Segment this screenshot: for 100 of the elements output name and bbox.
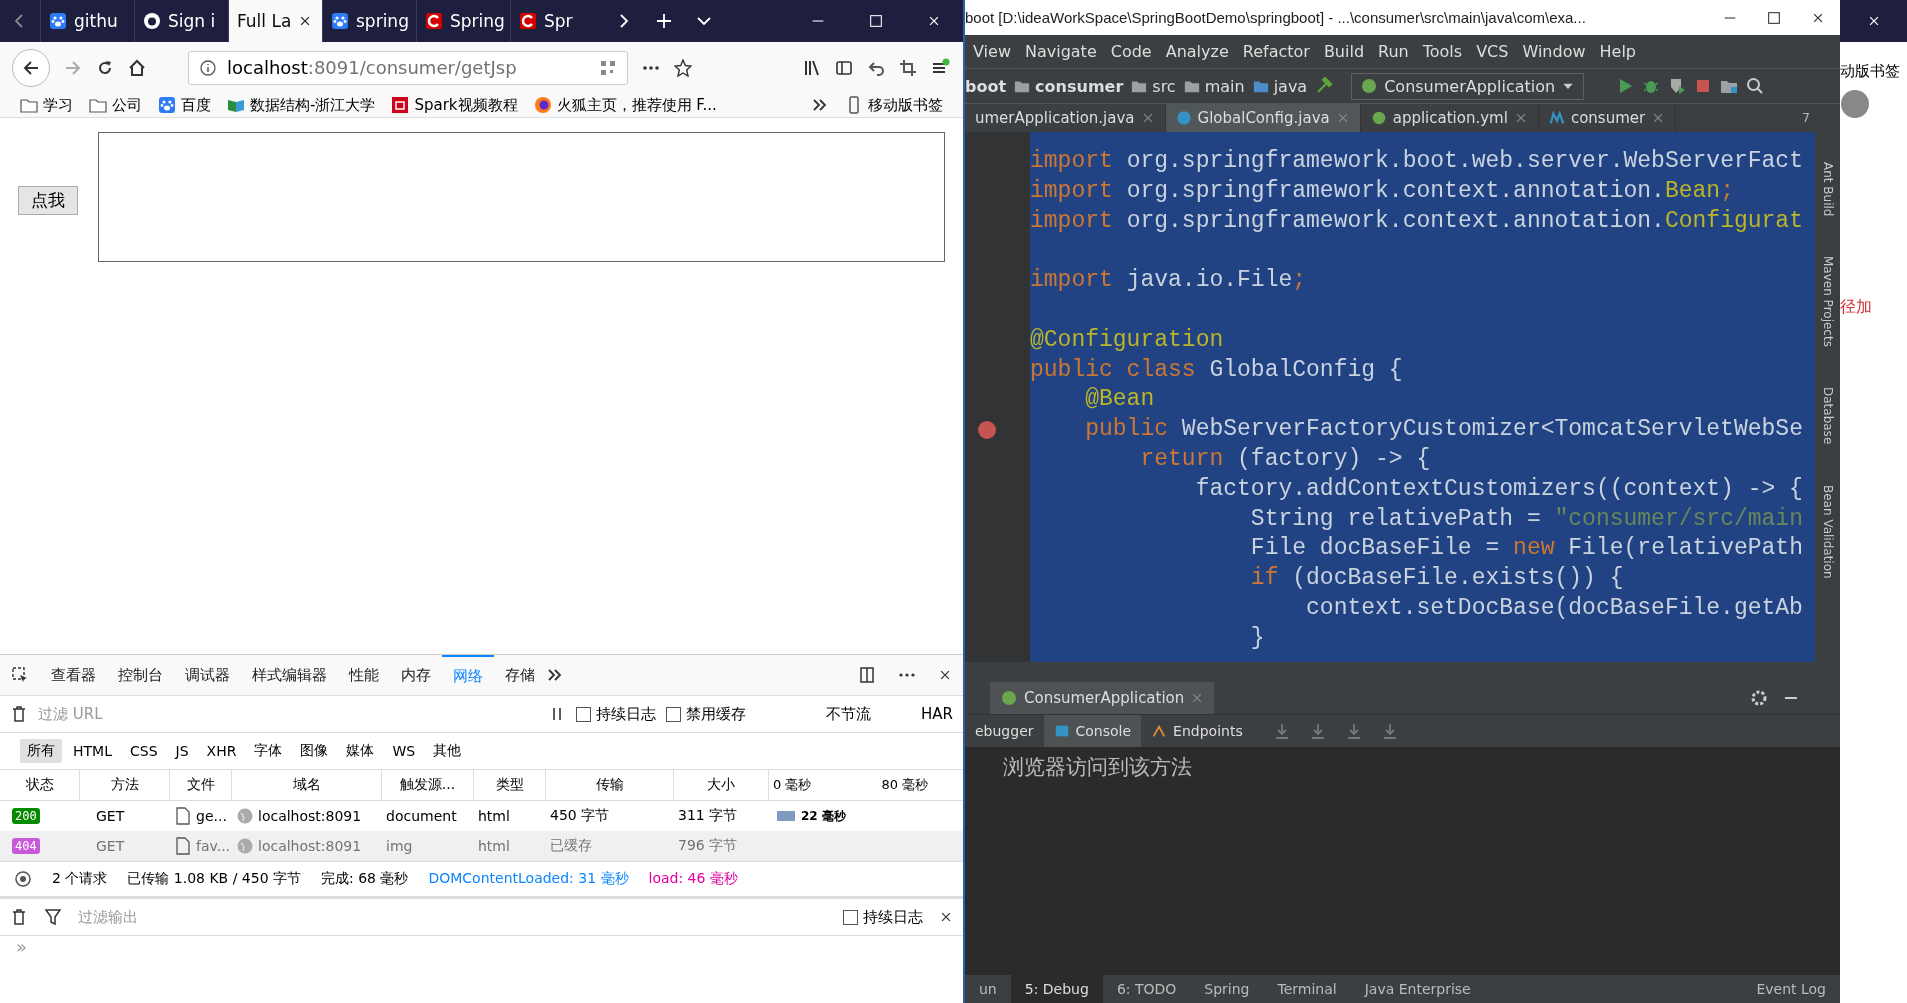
checkbox[interactable]: 持续日志 [576, 704, 657, 724]
close-icon[interactable] [939, 910, 953, 924]
breadcrumb[interactable]: java [1252, 76, 1308, 96]
close-icon[interactable] [938, 668, 952, 682]
filter-icon[interactable] [44, 908, 62, 926]
home-icon[interactable] [128, 58, 146, 77]
menu-item[interactable]: Analyze [1165, 42, 1229, 61]
paw-icon[interactable] [331, 12, 349, 30]
type-filter[interactable]: 字体 [247, 739, 290, 763]
tool-window-button[interactable]: Database [1820, 387, 1835, 445]
checkbox[interactable]: 持续日志 [843, 907, 923, 927]
column-header[interactable]: 触发源... [382, 770, 474, 801]
bookmark[interactable]: 学习 [20, 95, 73, 115]
menu-item[interactable]: Run [1378, 42, 1409, 61]
address-bar[interactable]: localhost:8091/consumer/getJsp [188, 50, 628, 85]
column-header[interactable]: 文件 [170, 770, 232, 801]
type-filter[interactable]: CSS [122, 740, 165, 762]
maximize-icon[interactable] [868, 13, 884, 29]
checkbox[interactable]: 禁用缓存 [666, 704, 747, 724]
menu-item[interactable]: View [973, 42, 1011, 61]
type-filter[interactable]: WS [385, 740, 423, 762]
type-filter[interactable]: HTML [66, 740, 119, 762]
menu-item[interactable]: Tools [1422, 42, 1463, 61]
run-subtab[interactable]: Console [1043, 715, 1142, 747]
settings-icon[interactable] [1750, 689, 1768, 707]
tool-window-button[interactable]: Bean Validation [1820, 484, 1835, 579]
editor-tab[interactable]: GlobalConfig.java [1165, 104, 1361, 132]
sidebar-icon[interactable] [835, 58, 853, 77]
menu-item[interactable]: Build [1323, 42, 1365, 61]
pick-element-icon[interactable] [11, 666, 29, 684]
type-filter[interactable]: 其他 [426, 739, 469, 763]
bookmark[interactable]: 火狐主页，推荐使用 F... [533, 95, 717, 115]
type-filter[interactable]: XHR [199, 740, 244, 762]
tab-count[interactable]: 7 [1802, 104, 1840, 132]
run-tab[interactable]: ConsumerApplication [990, 682, 1215, 714]
github-icon[interactable] [143, 12, 161, 30]
devtools-tab[interactable]: 网络 [442, 655, 494, 695]
run-subtab[interactable]: Endpoints [1141, 715, 1253, 747]
devtools-tab[interactable]: 查看器 [40, 655, 107, 695]
search-icon[interactable] [1746, 77, 1765, 95]
tool-window-button[interactable]: Ant Build [1820, 162, 1835, 217]
reload-icon[interactable] [96, 58, 114, 77]
breadcrumb[interactable]: consumer [1014, 76, 1124, 96]
tool-window-tab[interactable]: Java Enterprise [1350, 975, 1485, 1003]
crop-icon[interactable] [899, 58, 917, 77]
type-filter[interactable]: 图像 [293, 739, 336, 763]
devtools-tab[interactable]: 存储 [494, 655, 546, 695]
column-header[interactable]: 状态 [0, 770, 80, 801]
breadcrumb[interactable]: boot [965, 76, 1007, 96]
bookmark[interactable]: 移动版书签 [845, 95, 943, 115]
dock-icon[interactable] [858, 666, 876, 684]
code-editor[interactable] [1030, 132, 1815, 662]
run-subtab[interactable]: ebugger [965, 715, 1044, 747]
bookmark[interactable]: 动版书签 [1840, 42, 1907, 81]
column-header[interactable]: 域名 [232, 770, 382, 801]
bookmark[interactable]: Spark视频教程 [391, 95, 518, 115]
trash-icon[interactable] [10, 705, 28, 723]
browser-tab[interactable]: Full La [228, 0, 322, 42]
tool-window-tab[interactable]: 6: TODO [1102, 975, 1191, 1003]
devtools-tab[interactable]: 控制台 [107, 655, 174, 695]
har-dropdown[interactable]: HAR [921, 705, 953, 723]
column-header[interactable]: 大小 [674, 770, 769, 801]
breadcrumb[interactable]: src [1131, 76, 1176, 96]
trash-icon[interactable] [10, 908, 28, 926]
close-icon[interactable] [927, 14, 941, 28]
menu-item[interactable]: Help [1599, 42, 1636, 61]
c-logo-icon[interactable] [425, 12, 443, 30]
menu-item[interactable]: Navigate [1024, 42, 1097, 61]
breakpoint-icon[interactable] [977, 420, 997, 440]
star-icon[interactable] [674, 58, 692, 77]
column-header[interactable]: 类型 [474, 770, 546, 801]
library-icon[interactable] [803, 58, 821, 77]
type-filter[interactable]: 所有 [20, 739, 62, 763]
reload-icon[interactable] [14, 870, 32, 888]
type-filter[interactable]: JS [168, 740, 196, 762]
c-logo-icon[interactable] [519, 12, 537, 30]
coverage-icon[interactable] [1668, 77, 1687, 95]
devtools-tab[interactable]: 调试器 [174, 655, 241, 695]
devtools-tab[interactable]: 性能 [338, 655, 390, 695]
throttle-dropdown[interactable]: 不节流 [826, 704, 872, 724]
tool-window-tab[interactable]: Terminal [1263, 975, 1351, 1003]
devtools-tab[interactable]: 内存 [390, 655, 442, 695]
back-button[interactable] [12, 48, 50, 87]
breadcrumb[interactable]: main [1183, 76, 1245, 96]
devtools-tab[interactable]: 样式编辑器 [241, 655, 338, 695]
menu-item[interactable]: Code [1110, 42, 1152, 61]
menu-item[interactable]: Window [1522, 42, 1586, 61]
hammer-icon[interactable] [1315, 77, 1334, 95]
tool-window-tab[interactable]: 5: Debug [1010, 975, 1103, 1003]
menu-item[interactable]: VCS [1476, 42, 1509, 61]
page-button[interactable]: 点我 [18, 186, 78, 215]
column-header[interactable]: 传输 [546, 770, 674, 801]
column-header[interactable]: 方法 [80, 770, 170, 801]
paw-icon[interactable] [49, 12, 67, 30]
type-filter[interactable]: 媒体 [339, 739, 382, 763]
maximize-icon[interactable] [1766, 9, 1782, 26]
tool-window-tab[interactable]: un [965, 975, 1011, 1003]
qr-code-icon[interactable] [599, 58, 617, 77]
bookmark[interactable]: 百度 [158, 95, 211, 115]
tool-window-button[interactable]: Maven Projects [1820, 256, 1835, 348]
